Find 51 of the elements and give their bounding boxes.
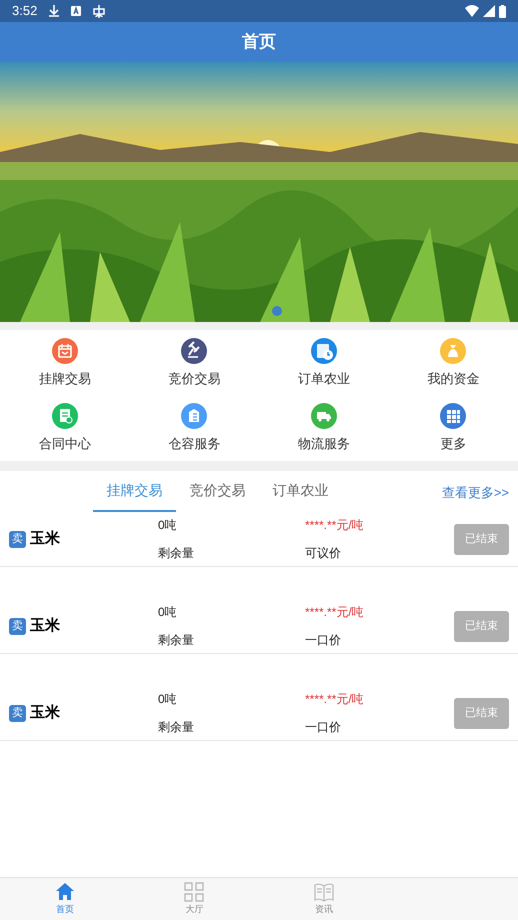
shortcut-label[interactable]: 订单农业	[298, 369, 350, 388]
quantity-label: 剩余量	[158, 719, 195, 736]
product-name: 玉米	[30, 702, 60, 723]
shortcut-label[interactable]: 更多	[440, 434, 466, 453]
download-icon	[49, 5, 60, 17]
quantity: 0吨	[158, 517, 178, 534]
shortcut-label[interactable]: 合同中心	[38, 434, 91, 453]
price-type: 可议价	[305, 545, 342, 562]
grid-icon[interactable]	[440, 402, 466, 428]
price-type: 一口价	[305, 632, 342, 649]
shortcut-label[interactable]: 挂牌交易	[38, 369, 91, 388]
quantity: 0吨	[158, 604, 178, 621]
tab[interactable]: 订单农业	[259, 471, 342, 512]
tab[interactable]: 挂牌交易	[93, 471, 176, 512]
sell-badge: 卖	[9, 530, 26, 548]
sell-badge: 卖	[9, 618, 26, 634]
wifi-icon	[465, 5, 479, 17]
quantity-label: 剩余量	[158, 545, 195, 562]
building-icon[interactable]	[181, 402, 208, 428]
money-bag-icon[interactable]	[440, 338, 466, 364]
nav-tab[interactable]: 大厅	[130, 878, 259, 920]
status-time: 3:52	[12, 2, 38, 20]
shortcut-label[interactable]: 我的资金	[427, 369, 480, 388]
book-icon	[312, 881, 335, 904]
notification-icon	[71, 6, 82, 16]
shortcut-label[interactable]: 仓容服务	[168, 434, 220, 453]
tab[interactable]: 竞价交易	[176, 471, 259, 512]
product-name: 玉米	[30, 616, 60, 636]
signal-icon	[483, 5, 495, 17]
document-icon[interactable]	[52, 402, 78, 428]
shortcut-label[interactable]: 物流服务	[298, 434, 350, 453]
nav-tab[interactable]: 资讯	[259, 878, 388, 920]
gavel-icon[interactable]	[181, 338, 208, 364]
quantity-label: 剩余量	[158, 632, 195, 649]
price-type: 一口价	[305, 719, 342, 736]
price: ****.**元/吨	[305, 517, 365, 534]
truck-icon[interactable]	[310, 402, 337, 428]
grid-icon	[183, 881, 206, 904]
product-name: 玉米	[30, 528, 60, 549]
bug-icon	[93, 4, 106, 18]
price: ****.**元/吨	[305, 604, 365, 621]
clock-icon[interactable]	[310, 338, 337, 364]
view-more-link[interactable]: 查看更多>>	[442, 483, 509, 502]
page-title: 首页	[242, 31, 276, 54]
price: ****.**元/吨	[305, 691, 365, 708]
battery-icon	[499, 4, 506, 18]
quantity: 0吨	[158, 691, 178, 708]
shortcut-label[interactable]: 竞价交易	[168, 369, 220, 388]
calendar-icon[interactable]	[52, 338, 78, 364]
sell-badge: 卖	[9, 704, 26, 722]
nav-tab[interactable]: 首页	[0, 878, 130, 920]
